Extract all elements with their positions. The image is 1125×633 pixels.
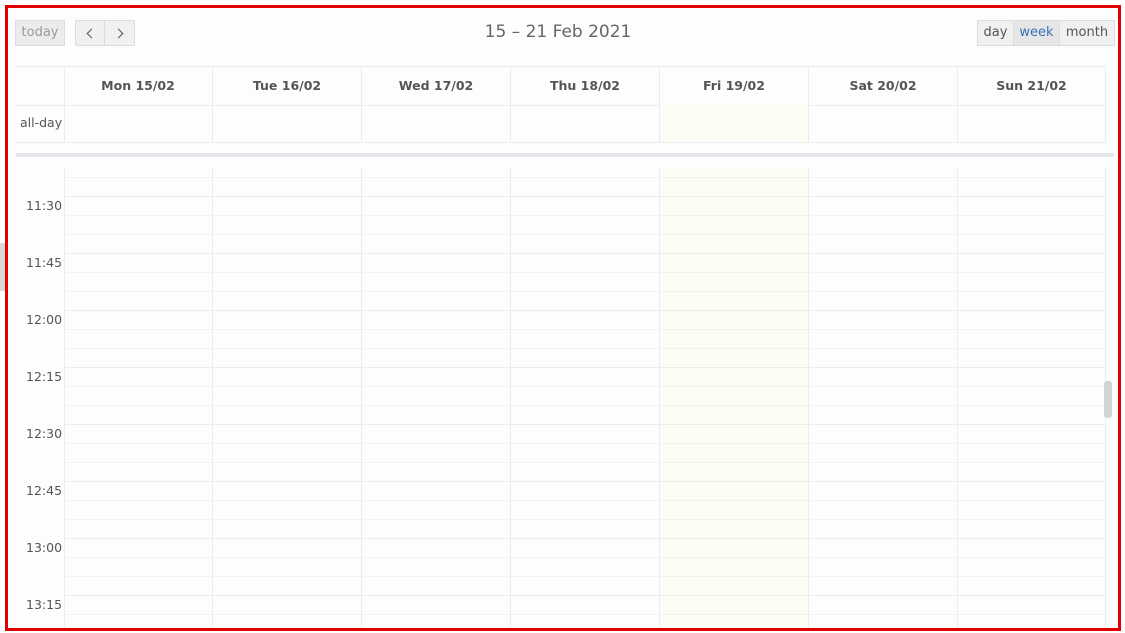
col-divider	[808, 168, 809, 628]
col-divider	[957, 104, 958, 142]
slot-line	[64, 538, 1106, 539]
slot-line	[64, 405, 1106, 406]
col-divider	[361, 168, 362, 628]
time-label: 12:30	[26, 426, 63, 441]
time-label: 12:45	[26, 483, 63, 498]
day-header-tue[interactable]: Tue 16/02	[213, 67, 361, 105]
col-divider	[808, 104, 809, 142]
slot-line	[64, 614, 1106, 615]
time-label: 11:45	[26, 255, 63, 270]
slot-line	[64, 234, 1106, 235]
next-button[interactable]	[104, 20, 135, 46]
view-month-button[interactable]: month	[1059, 20, 1115, 46]
time-label: 12:15	[26, 369, 63, 384]
today-allday-cell[interactable]	[659, 104, 808, 142]
col-divider	[64, 168, 65, 628]
slot-line	[64, 291, 1106, 292]
slot-line	[64, 272, 1106, 273]
slot-line	[64, 462, 1106, 463]
col-divider	[659, 168, 660, 628]
slot-line	[64, 215, 1106, 216]
col-divider	[212, 104, 213, 142]
time-label: 13:15	[26, 597, 63, 612]
day-header-thu[interactable]: Thu 18/02	[511, 67, 659, 105]
col-divider	[510, 168, 511, 628]
slot-line	[64, 367, 1106, 368]
time-label: 12:00	[26, 312, 63, 327]
col-divider	[212, 168, 213, 628]
col-divider	[1105, 67, 1106, 105]
col-divider	[64, 104, 65, 142]
slot-line	[64, 557, 1106, 558]
calendar-frame: today 15 – 21 Feb 2021 day week month Mo…	[5, 5, 1121, 631]
time-grid[interactable]: 11:30 11:45 12:00 12:15 12:30 12:45 13:0…	[16, 168, 1106, 628]
day-header-wed[interactable]: Wed 17/02	[362, 67, 510, 105]
slot-line	[64, 196, 1106, 197]
allday-label: all-day	[20, 115, 63, 130]
day-header-fri[interactable]: Fri 19/02	[660, 67, 808, 105]
slot-line	[64, 481, 1106, 482]
day-header-sun[interactable]: Sun 21/02	[958, 67, 1105, 105]
allday-row: all-day	[16, 104, 1106, 143]
slot-line	[64, 519, 1106, 520]
slot-line	[64, 424, 1106, 425]
slot-line	[64, 386, 1106, 387]
prev-button[interactable]	[75, 20, 105, 46]
slot-line	[64, 310, 1106, 311]
time-label: 11:30	[26, 198, 63, 213]
allday-divider	[16, 153, 1114, 157]
col-divider	[957, 168, 958, 628]
today-column-highlight	[659, 168, 808, 628]
day-header-row: Mon 15/02 Tue 16/02 Wed 17/02 Thu 18/02 …	[16, 66, 1106, 106]
col-divider	[659, 104, 660, 142]
view-week-button[interactable]: week	[1013, 20, 1060, 46]
vertical-scrollbar-thumb[interactable]	[1104, 381, 1112, 418]
day-header-mon[interactable]: Mon 15/02	[64, 67, 212, 105]
slot-line	[64, 253, 1106, 254]
view-day-button[interactable]: day	[977, 20, 1014, 46]
today-button[interactable]: today	[15, 20, 65, 46]
time-label: 13:00	[26, 540, 63, 555]
col-divider	[1105, 104, 1106, 142]
day-header-sat[interactable]: Sat 20/02	[809, 67, 957, 105]
slot-line	[64, 500, 1106, 501]
chevron-right-icon	[113, 28, 123, 39]
date-range-title: 15 – 21 Feb 2021	[484, 22, 632, 42]
chevron-left-icon	[86, 28, 97, 39]
slot-line	[64, 177, 1106, 178]
slot-line	[64, 348, 1106, 349]
slot-line	[64, 329, 1106, 330]
col-divider	[510, 104, 511, 142]
slot-line	[64, 595, 1106, 596]
slot-line	[64, 443, 1106, 444]
slot-line	[64, 576, 1106, 577]
col-divider	[361, 104, 362, 142]
